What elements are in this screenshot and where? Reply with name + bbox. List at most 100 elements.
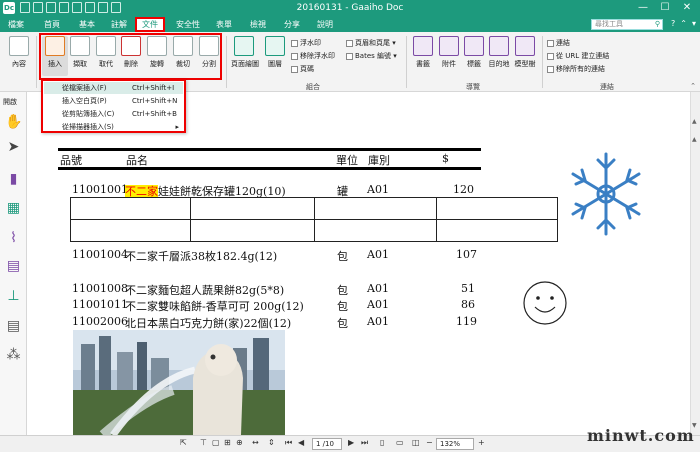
header-footer-button[interactable]: 頁眉和頁尾 ▾ xyxy=(346,38,396,48)
row-unit: 包 xyxy=(337,284,348,297)
comments-panel-icon[interactable]: ▤ xyxy=(5,258,22,275)
destinations-button[interactable]: 目的地 xyxy=(486,36,512,69)
attachments-panel-icon[interactable]: ⌇ xyxy=(5,230,22,247)
menu-item-insert-from-file[interactable]: 從檔案插入(F) Ctrl+Shift+I xyxy=(44,82,183,94)
extract-button[interactable]: 擷取 xyxy=(67,36,93,69)
help-icon[interactable]: ? xyxy=(671,19,675,28)
tab-forms[interactable]: 表單 xyxy=(212,17,236,32)
hand-tool-status-icon[interactable]: ⇱ xyxy=(180,438,187,447)
loupe-icon[interactable]: ⊕ xyxy=(236,438,243,447)
attachments-button[interactable]: 附件 xyxy=(436,36,462,69)
tab-help[interactable]: 說明 xyxy=(313,17,337,32)
tab-share[interactable]: 分享 xyxy=(280,17,304,32)
app-window: Dc 20160131 - Gaaiho Doc — ☐ ✕ 檔案 首頁 基本 … xyxy=(0,0,700,452)
row-unit: 包 xyxy=(337,300,348,313)
select-tool-status-icon[interactable]: ⊤ xyxy=(200,438,207,447)
split-button[interactable]: 分割 xyxy=(196,36,222,69)
smiley-face-image xyxy=(523,281,567,325)
select-arrow-icon[interactable]: ➤ xyxy=(5,139,22,156)
split-page-icon xyxy=(199,36,219,56)
layers-icon xyxy=(265,36,285,56)
tab-view[interactable]: 檢視 xyxy=(246,17,270,32)
minimize-button[interactable]: — xyxy=(632,1,654,15)
thumbnails-icon[interactable]: ▦ xyxy=(5,200,22,217)
zoom-out-icon[interactable]: − xyxy=(426,438,433,447)
fit-width-icon[interactable]: ↔ xyxy=(252,438,259,447)
menu-item-insert-blank-page[interactable]: 插入空白頁(P) Ctrl+Shift+N xyxy=(44,95,183,107)
title-bar: Dc 20160131 - Gaaiho Doc — ☐ ✕ xyxy=(0,0,700,17)
maximize-button[interactable]: ☐ xyxy=(654,1,676,15)
page-number-button[interactable]: 頁碼 xyxy=(291,64,314,74)
tab-basic[interactable]: 基本 xyxy=(75,17,99,32)
remove-links-label: 移除所有的連結 xyxy=(556,65,605,73)
table-line xyxy=(190,197,191,241)
menu-item-shortcut: Ctrl+Shift+N xyxy=(132,97,178,105)
tab-security[interactable]: 安全性 xyxy=(171,17,205,32)
replace-button[interactable]: 取代 xyxy=(93,36,119,69)
close-button[interactable]: ✕ xyxy=(676,1,698,15)
bookmarks-button[interactable]: 書籤 xyxy=(410,36,436,69)
search-tools-input[interactable]: 尋找工具 ⚲ xyxy=(591,19,663,30)
crop-button[interactable]: 裁切 xyxy=(170,36,196,69)
model-tree-panel-icon[interactable]: ⁂ xyxy=(5,347,22,364)
replace-page-icon xyxy=(96,36,116,56)
rotate-label: 旋轉 xyxy=(150,60,164,68)
properties-button[interactable]: 內容 xyxy=(6,36,32,69)
model-tree-button[interactable]: 模型樹 xyxy=(512,36,538,69)
menu-item-insert-from-scanner[interactable]: 從掃描器插入(S) ▸ xyxy=(44,121,183,133)
previous-page-icon[interactable]: ◀ xyxy=(298,438,304,447)
menu-item-label: 從剪貼簿插入(C) xyxy=(62,110,115,118)
collapse-ribbon-icon[interactable]: ⌃ xyxy=(690,82,696,90)
row-warehouse: A01 xyxy=(367,183,389,196)
row-price: 86 xyxy=(461,298,475,311)
zoom-level-field[interactable]: 132% xyxy=(436,438,474,450)
model-tree-icon xyxy=(515,36,535,56)
rotate-button[interactable]: 旋轉 xyxy=(144,36,170,69)
signature-panel-icon[interactable]: ⊥ xyxy=(5,288,22,305)
watermark-icon xyxy=(291,39,298,47)
last-page-icon[interactable]: ⏭ xyxy=(361,438,368,448)
layers-button[interactable]: 圖層 xyxy=(262,36,288,69)
bates-icon xyxy=(346,52,353,60)
remove-watermark-button[interactable]: 移除浮水印 xyxy=(291,51,335,61)
bookmark-panel-icon[interactable]: ▮ xyxy=(5,171,22,188)
first-page-icon[interactable]: ⏮ xyxy=(285,438,292,448)
layers-panel-icon[interactable]: ▤ xyxy=(5,318,22,335)
tab-home[interactable]: 首頁 xyxy=(40,17,64,32)
two-page-view-icon[interactable]: ◫ xyxy=(412,438,420,447)
fit-page-icon[interactable]: ⇕ xyxy=(268,438,275,447)
bates-number-button[interactable]: Bates 編號 ▾ xyxy=(346,51,397,61)
single-page-view-icon[interactable]: ▯ xyxy=(380,438,384,447)
zoom-in-icon[interactable]: + xyxy=(478,438,485,447)
snapshot-icon[interactable]: ⊞ xyxy=(224,438,231,447)
tab-comment[interactable]: 註解 xyxy=(107,17,131,32)
delete-button[interactable]: 刪除 xyxy=(118,36,144,69)
page-layout-button[interactable]: 頁面繪圖 xyxy=(231,36,259,69)
scroll-up-icon[interactable]: ▲ xyxy=(692,118,697,125)
vertical-scrollbar[interactable]: ▲ ▲ ▼ xyxy=(690,92,700,435)
marquee-zoom-icon[interactable]: ▢ xyxy=(212,438,220,447)
insert-button[interactable]: 插入 xyxy=(42,36,68,76)
delete-page-icon xyxy=(121,36,141,56)
scroll-up-page-icon[interactable]: ▲ xyxy=(692,136,697,143)
minimize-ribbon-icon[interactable]: ⌃ xyxy=(680,19,687,28)
options-icon[interactable]: ▾ xyxy=(692,19,696,28)
link-button[interactable]: 連結 xyxy=(547,38,570,48)
hand-tool-icon[interactable]: ✋ xyxy=(5,114,22,131)
menu-item-insert-from-clipboard[interactable]: 從剪貼簿插入(C) Ctrl+Shift+B xyxy=(44,108,183,120)
remove-links-button[interactable]: 移除所有的連結 xyxy=(547,64,605,74)
search-icon[interactable]: ⚲ xyxy=(655,20,660,29)
combine-group-label: 組合 xyxy=(306,83,320,91)
destinations-label: 目的地 xyxy=(488,60,510,68)
watermark-button[interactable]: 浮水印 xyxy=(291,38,321,48)
menu-item-label: 從檔案插入(F) xyxy=(62,84,107,92)
remove-link-icon xyxy=(547,65,554,73)
create-url-link-button[interactable]: 從 URL 建立連結 xyxy=(547,51,609,61)
snowflake-image xyxy=(571,152,641,236)
tags-button[interactable]: 標籤 xyxy=(461,36,487,69)
tab-file[interactable]: 檔案 xyxy=(4,17,28,32)
continuous-view-icon[interactable]: ▭ xyxy=(396,438,404,447)
next-page-icon[interactable]: ▶ xyxy=(348,438,354,447)
tab-document[interactable]: 文件 xyxy=(135,17,165,32)
page-number-field[interactable]: 1 /10 xyxy=(312,438,342,450)
